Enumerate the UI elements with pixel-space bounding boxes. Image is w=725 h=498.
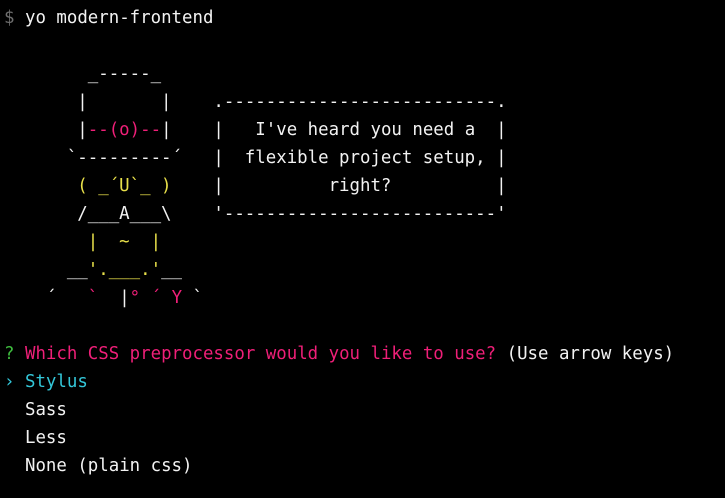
ascii-art-segment: ° <box>129 288 141 308</box>
ascii-art-line: ´ ` |° ´ Y ` <box>4 284 721 312</box>
ascii-art-segment: __ <box>161 260 183 280</box>
ascii-art-segment: --(o)-- <box>87 120 162 140</box>
question-text: Which CSS preprocessor would you like to… <box>24 344 497 364</box>
ascii-art-segment: `---------´ | flexible project setup, | <box>4 148 507 168</box>
selection-pointer <box>4 400 14 420</box>
ascii-art-segment <box>4 176 77 196</box>
option-label: Stylus <box>24 372 88 392</box>
ascii-art-segment: | <box>98 288 130 308</box>
selection-pointer <box>4 428 14 448</box>
ascii-art-segment: _-----_ <box>4 64 162 84</box>
selection-pointer: › <box>4 372 15 392</box>
ascii-art-segment: | I've heard you need a | <box>171 120 507 140</box>
ascii-art-segment: | ~ | <box>87 232 162 252</box>
ascii-art-line: `---------´ | flexible project setup, | <box>4 144 721 172</box>
terminal-window[interactable]: $ yo modern-frontend _-----_ | | .------… <box>4 4 721 494</box>
yeoman-ascii-art: _-----_ | | .--------------------------.… <box>4 60 721 312</box>
option-label: None (plain css) <box>24 456 193 476</box>
ascii-art-line: | | .--------------------------. <box>4 88 721 116</box>
ascii-art-segment: ´ Y <box>150 288 183 308</box>
ascii-art-segment: | right? | <box>171 176 507 196</box>
question-hint: (Use arrow keys) <box>506 344 675 364</box>
ascii-art-line: | ~ | <box>4 228 721 256</box>
ascii-art-line: ( _´U`_ ) | right? | <box>4 172 721 200</box>
ascii-art-line: /___A___\ '--------------------------' <box>4 200 721 228</box>
ascii-art-segment: ( _´U`_ ) <box>77 176 172 196</box>
option-label: Sass <box>24 400 67 420</box>
options-list: › Stylus Sass Less None (plain css) <box>4 368 721 480</box>
ascii-art-segment: | <box>4 120 88 140</box>
ascii-art-segment: ´ <box>4 288 88 308</box>
option-item[interactable]: Less <box>4 424 721 452</box>
question-line: ? Which CSS preprocessor would you like … <box>4 340 721 368</box>
option-item[interactable]: None (plain css) <box>4 452 721 480</box>
question-marker: ? <box>4 344 15 364</box>
ascii-art-segment: ` <box>182 288 204 308</box>
ascii-art-segment <box>4 232 88 252</box>
ascii-art-segment: /___A___\ '--------------------------' <box>4 204 507 224</box>
option-item[interactable]: › Stylus <box>4 368 721 396</box>
ascii-art-segment: | <box>161 120 172 140</box>
ascii-art-segment: | | <box>4 92 214 112</box>
ascii-art-segment: .--------------------------. <box>213 92 507 112</box>
option-item[interactable]: Sass <box>4 396 721 424</box>
ascii-art-segment: ` <box>87 288 99 308</box>
ascii-art-line: |--(o)--| | I've heard you need a | <box>4 116 721 144</box>
command-text: yo modern-frontend <box>24 8 214 28</box>
prompt-symbol: $ <box>4 8 15 28</box>
ascii-art-segment <box>140 288 150 308</box>
ascii-art-line: _-----_ <box>4 60 721 88</box>
option-label: Less <box>24 428 67 448</box>
command-line: $ yo modern-frontend <box>4 4 721 32</box>
selection-pointer <box>4 456 14 476</box>
ascii-art-segment: '.___.' <box>87 260 162 280</box>
ascii-art-line: __'.___.'__ <box>4 256 721 284</box>
ascii-art-segment: __ <box>4 260 88 280</box>
